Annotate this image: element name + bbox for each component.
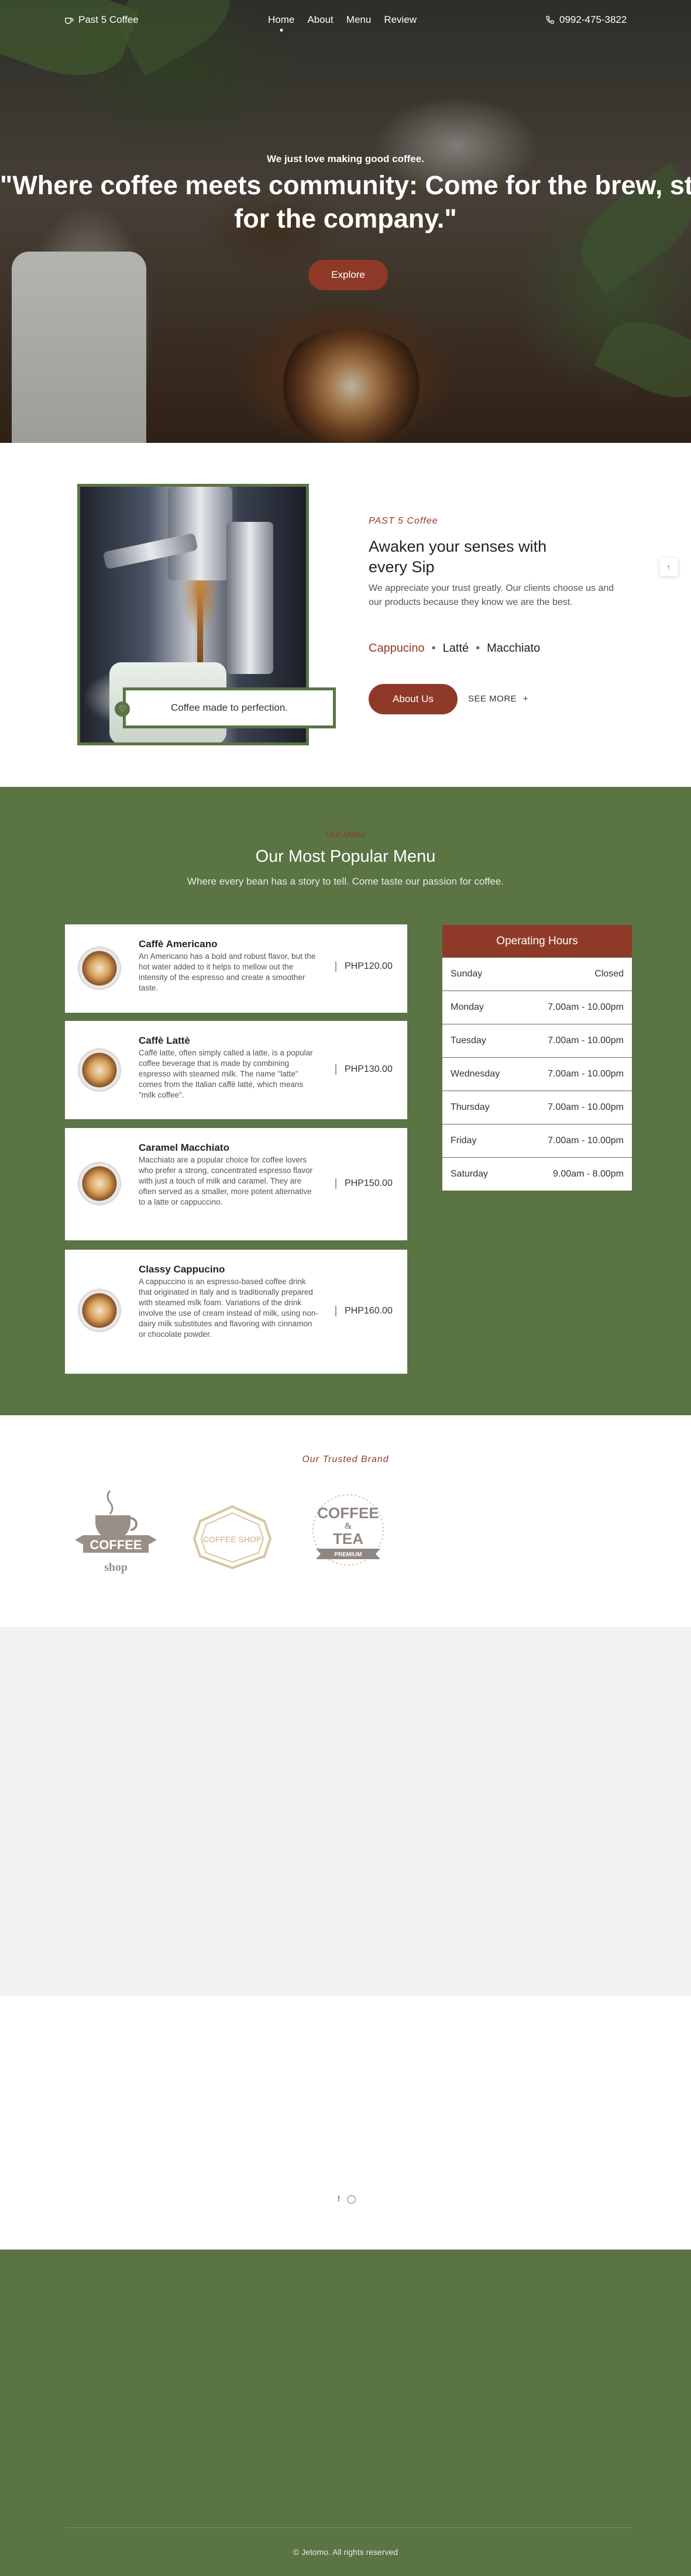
phone-link[interactable]: 0992-475-3822	[545, 14, 627, 26]
menu-item[interactable]: Classy Cappucino A cappuccino is an espr…	[65, 1250, 407, 1374]
arrow-up-icon: ↑	[666, 562, 671, 572]
hours-time: 7.00am - 10.00pm	[548, 1135, 624, 1146]
menu-title: Our Most Popular Menu	[255, 847, 436, 866]
logo-text: PREMIUM	[334, 1552, 362, 1558]
hours-day: Wednesday	[451, 1068, 500, 1079]
hours-day: Sunday	[451, 968, 483, 979]
hours-day: Monday	[451, 1002, 484, 1012]
coffee-thumbnail	[78, 1289, 121, 1332]
menu-item-description: Macchiato are a popular choice for coffe…	[139, 1155, 313, 1206]
logo-text: shop	[104, 1561, 128, 1574]
hours-time: 9.00am - 8.00pm	[553, 1168, 624, 1179]
hours-time: 7.00am - 10.00pm	[548, 1068, 624, 1079]
hours-time: Closed	[594, 968, 624, 979]
copyright-text: © Jetomo. All rights reserved	[293, 2547, 398, 2557]
menu-item-name: Caramel Macchiato	[139, 1142, 229, 1153]
hours-row: Saturday 9.00am - 8.00pm	[442, 1157, 632, 1190]
brand-name: Past 5 Coffee	[78, 14, 139, 25]
logo-text: TEA	[333, 1530, 363, 1547]
menu-item[interactable]: Caffè Americano An Americano has a bold …	[65, 924, 407, 1013]
social-links: f ◯	[338, 2194, 356, 2204]
nav-item-home[interactable]: Home	[268, 14, 294, 26]
hours-day: Saturday	[451, 1168, 489, 1179]
coffee-tea-logo: COFFEE & TEA PREMIUM	[312, 1494, 384, 1566]
cup-icon	[65, 18, 74, 24]
hero-section: Past 5 Coffee Home About Menu Review 099…	[0, 0, 691, 443]
brand-logo[interactable]: Past 5 Coffee	[64, 14, 139, 26]
hours-time: 7.00am - 10.00pm	[548, 1102, 624, 1112]
hours-time: 7.00am - 10.00pm	[548, 1002, 624, 1012]
coffee-thumbnail	[78, 1162, 121, 1205]
phone-number: 0992-475-3822	[559, 14, 627, 25]
menu-item-price: PHP160.00	[335, 1306, 400, 1316]
about-description: We appreciate your trust greatly. Our cl…	[369, 583, 614, 607]
logo-text: COFFEE SHOP	[203, 1535, 262, 1544]
menu-item-price: PHP150.00	[335, 1178, 400, 1189]
menu-item-description: A cappuccino is an espresso-based coffee…	[139, 1277, 318, 1339]
menu-item[interactable]: Caramel Macchiato Macchiato are a popula…	[65, 1128, 407, 1240]
about-us-button[interactable]: About Us	[369, 684, 458, 714]
menu-item-name: Classy Cappucino	[139, 1264, 225, 1275]
menu-item-description: An Americano has a bold and robust flavo…	[139, 952, 316, 992]
hours-day: Friday	[451, 1135, 477, 1146]
hours-row: Sunday Closed	[442, 957, 632, 990]
operating-hours-title: Operating Hours	[442, 925, 632, 957]
menu-item-name: Caffè Americano	[139, 938, 218, 950]
logo-text: COFFEE	[317, 1504, 379, 1522]
separator-dot: •	[431, 642, 436, 655]
plus-icon: +	[522, 694, 529, 704]
menu-kicker: Our Menu	[326, 830, 365, 840]
hours-row: Thursday 7.00am - 10.00pm	[442, 1091, 632, 1123]
menu-item-price: PHP120.00	[335, 961, 400, 972]
menu-item-name: Caffè Lattè	[139, 1035, 190, 1046]
hero-quote: "Where coffee meets community: Come for …	[0, 168, 691, 235]
menu-item-description: Caffè latte, often simply called a latte…	[139, 1048, 313, 1099]
hero-quote-line-2: for the company."	[234, 204, 457, 233]
menu-subtitle: Where every bean has a story to tell. Co…	[187, 876, 504, 887]
coffee-thumbnail	[78, 1048, 121, 1092]
nav-item-review[interactable]: Review	[384, 14, 417, 26]
hero-quote-line-1: "Where coffee meets community: Come for …	[0, 170, 691, 200]
main-nav: Home About Menu Review	[268, 14, 417, 26]
nav-item-about[interactable]: About	[307, 14, 333, 26]
coffee-shop-badge-logo: COFFEE SHOP	[192, 1505, 272, 1570]
menu-item[interactable]: Caffè Lattè Caffè latte, often simply ca…	[65, 1021, 407, 1119]
hero-tagline: We just love making good coffee.	[267, 153, 424, 164]
coffee-type: Latté	[442, 642, 469, 655]
about-title: Awaken your senses with every Sip	[369, 538, 547, 576]
github-icon[interactable]: ◯	[347, 2194, 356, 2204]
menu-item-price: PHP130.00	[335, 1064, 400, 1075]
hours-row: Tuesday 7.00am - 10.00pm	[442, 1024, 632, 1057]
coffee-types: Cappucino • Latté • Macchiato	[369, 642, 540, 655]
logo-text: COFFEE	[90, 1538, 142, 1552]
heart-icon: ♡	[115, 701, 130, 717]
coffee-thumbnail	[78, 947, 121, 990]
hours-day: Tuesday	[451, 1035, 486, 1045]
about-kicker: PAST 5 Coffee	[369, 516, 438, 526]
coffee-shop-logo: COFFEE shop	[75, 1490, 157, 1574]
hours-time: 7.00am - 10.00pm	[548, 1035, 624, 1045]
explore-button[interactable]: Explore	[308, 260, 388, 290]
footer-divider	[65, 2527, 632, 2528]
phone-icon	[546, 16, 554, 24]
nav-item-menu[interactable]: Menu	[346, 14, 372, 26]
see-more-label: SEE MORE	[468, 694, 517, 704]
see-more-link[interactable]: SEE MORE +	[468, 694, 528, 704]
brands-kicker: Our Trusted Brand	[302, 1454, 389, 1464]
steam-wand	[226, 522, 273, 674]
hours-day: Thursday	[451, 1102, 490, 1112]
gray-section	[0, 1627, 691, 1996]
operating-hours-card: Operating Hours Sunday Closed Monday 7.00a…	[442, 925, 632, 1191]
espresso-stream	[197, 580, 203, 662]
hours-row: Monday 7.00am - 10.00pm	[442, 990, 632, 1023]
coffee-type: Macchiato	[487, 642, 541, 655]
separator-dot: •	[476, 642, 480, 655]
hours-row: Friday 7.00am - 10.00pm	[442, 1124, 632, 1157]
perfection-badge: Coffee made to perfection.	[123, 687, 336, 728]
facebook-icon[interactable]: f	[338, 2194, 340, 2204]
hours-row: Wednesday 7.00am - 10.00pm	[442, 1057, 632, 1090]
machine-group-head	[168, 487, 232, 580]
scroll-top-button[interactable]: ↑	[659, 558, 678, 576]
coffee-type: Cappucino	[369, 642, 425, 655]
